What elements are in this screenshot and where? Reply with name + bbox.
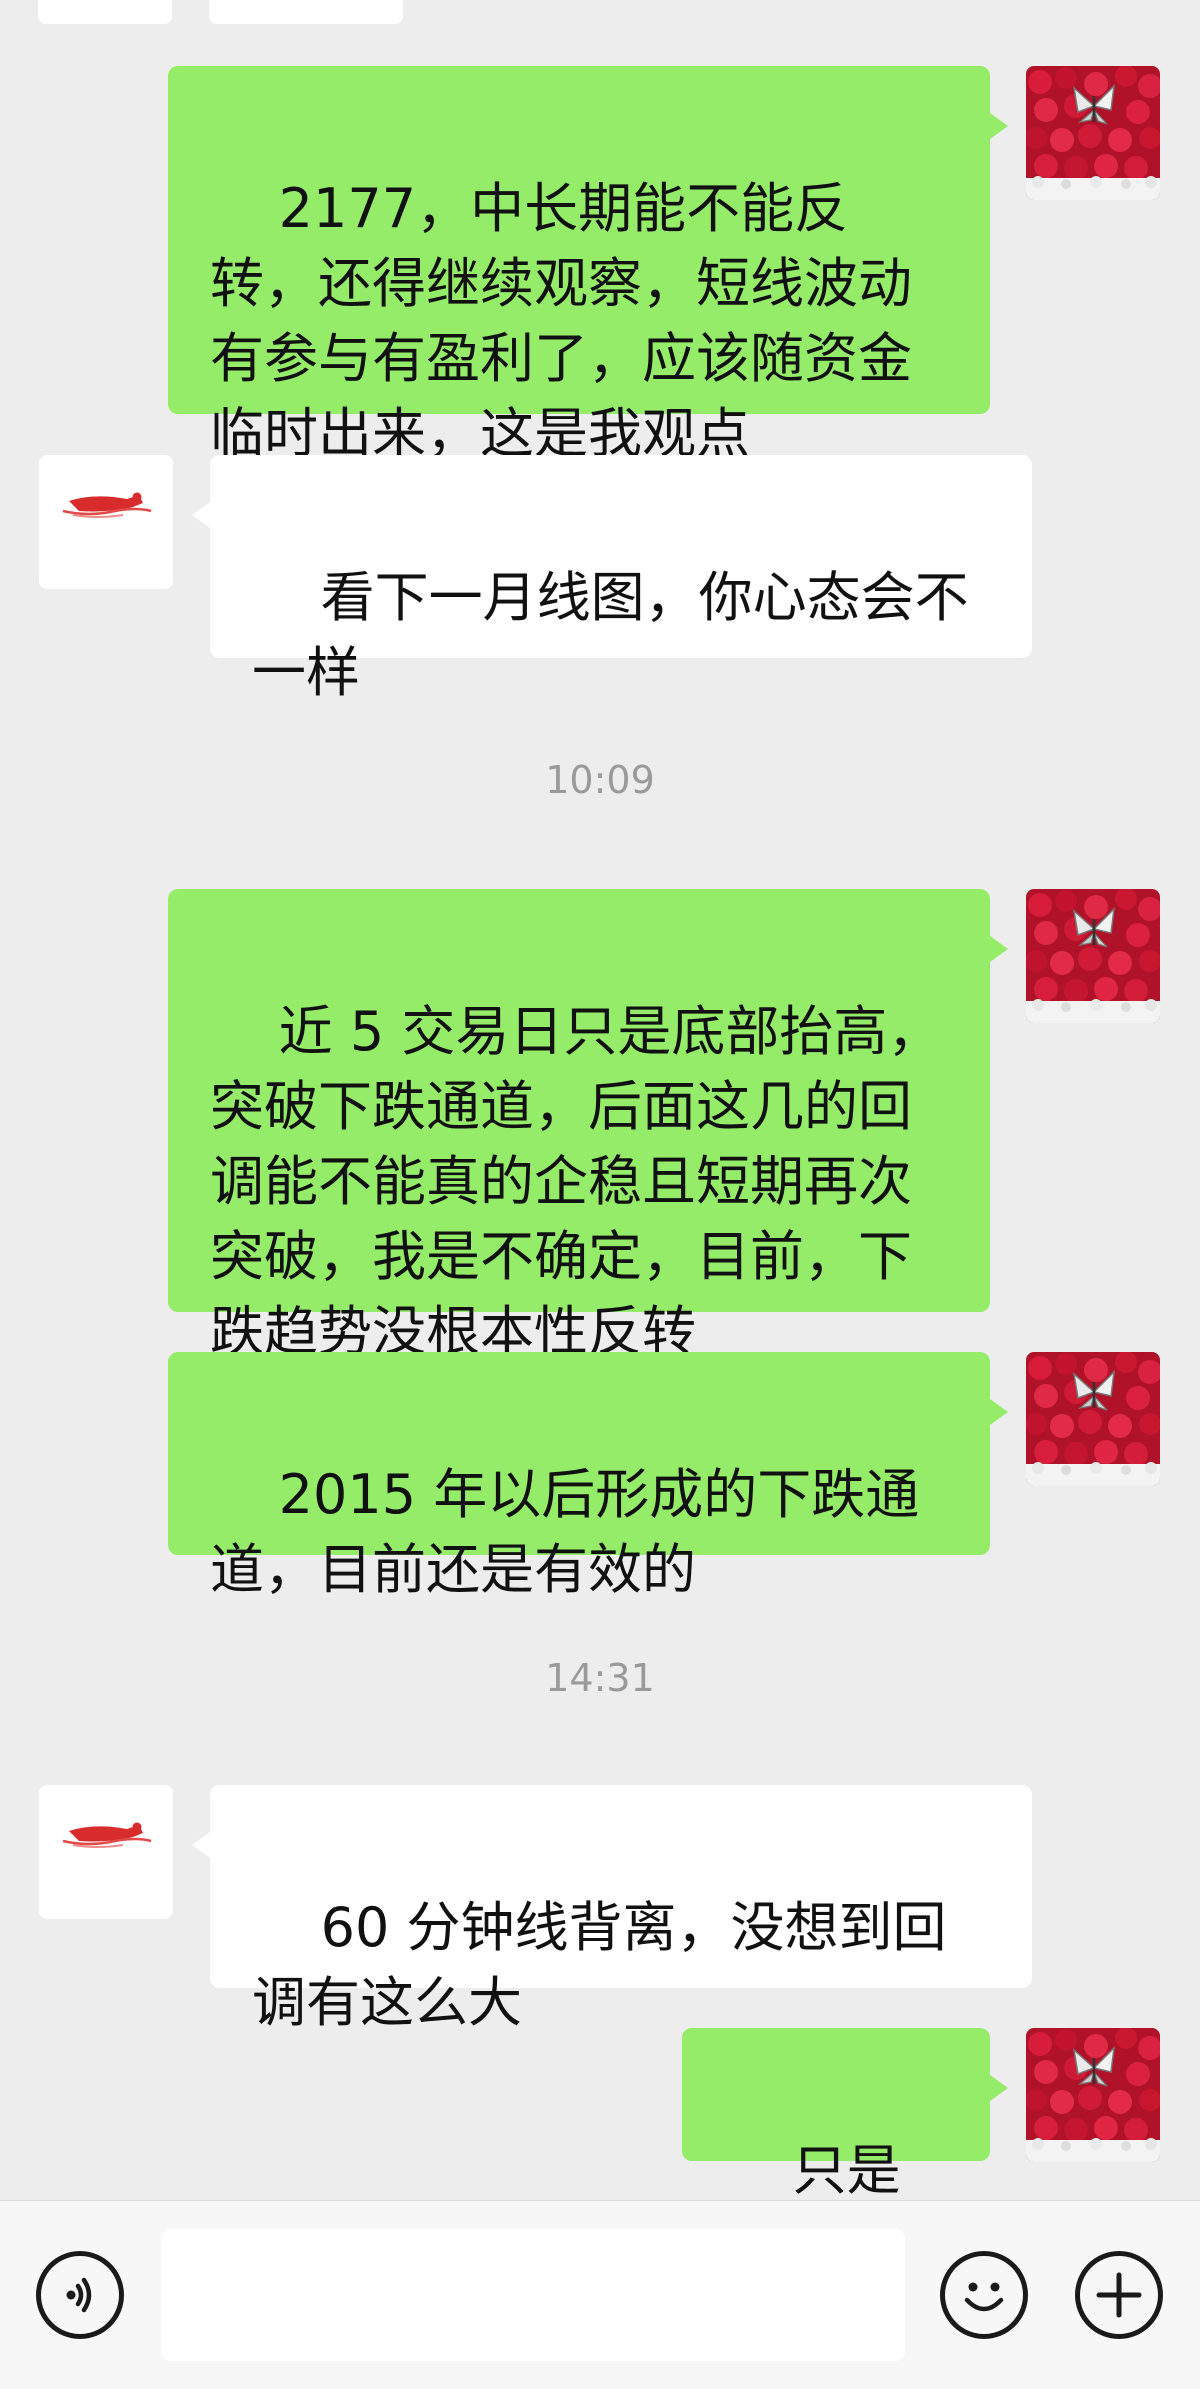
message-text: 2177，中长期能不能反转，还得继续观察，短线波动有参与有盈利了，应该随资金临时… <box>210 177 912 465</box>
emoji-icon[interactable] <box>940 2251 1028 2339</box>
my-avatar[interactable] <box>1026 1352 1160 1486</box>
message-bubble-sent[interactable]: 2177，中长期能不能反转，还得继续观察，短线波动有参与有盈利了，应该随资金临时… <box>168 66 1008 465</box>
swimmer-avatar-image <box>39 455 173 589</box>
input-bar <box>0 2200 1200 2389</box>
my-avatar[interactable] <box>1026 889 1160 1023</box>
contact-avatar[interactable] <box>39 455 173 589</box>
voice-icon[interactable] <box>36 2251 124 2339</box>
roses-butterfly-avatar-image <box>1026 66 1160 200</box>
message-text: 只是开始 <box>792 2139 901 2200</box>
message-bubble-received[interactable]: 看下一月线图，你心态会不一样 <box>192 455 1032 704</box>
plus-icon[interactable] <box>1075 2251 1163 2339</box>
chat-area[interactable]: 2177，中长期能不能反转，还得继续观察，短线波动有参与有盈利了，应该随资金临时… <box>0 0 1200 2200</box>
message-text: 近 5 交易日只是底部抬高，突破下跌通道，后面这几的回调能不能真的企稳且短期再次… <box>210 1000 942 1363</box>
message-text: 2015 年以后形成的下跌通道，目前还是有效的 <box>210 1463 920 1601</box>
contact-avatar[interactable] <box>39 1785 173 1919</box>
timestamp: 14:31 <box>545 1656 655 1700</box>
timestamp: 10:09 <box>545 758 655 802</box>
message-bubble-sent[interactable]: 近 5 交易日只是底部抬高，突破下跌通道，后面这几的回调能不能真的企稳且短期再次… <box>168 889 1008 1363</box>
previous-message-stub <box>209 0 403 24</box>
message-bubble-sent[interactable]: 只是开始 <box>682 2028 1008 2200</box>
message-text: 看下一月线图，你心态会不一样 <box>252 566 969 704</box>
voice-icon-glyph <box>66 2277 92 2313</box>
message-text: 60 分钟线背离，没想到回调有这么大 <box>252 1896 947 2034</box>
roses-butterfly-avatar-image <box>1026 1352 1160 1486</box>
previous-message-stub <box>38 0 172 24</box>
my-avatar[interactable] <box>1026 2028 1160 2162</box>
message-input[interactable] <box>161 2229 905 2361</box>
my-avatar[interactable] <box>1026 66 1160 200</box>
plus-icon-glyph <box>1096 2272 1142 2318</box>
roses-butterfly-avatar-image <box>1026 889 1160 1023</box>
swimmer-avatar-image <box>39 1785 173 1919</box>
emoji-icon-glyph <box>964 2282 1004 2312</box>
message-bubble-sent[interactable]: 2015 年以后形成的下跌通道，目前还是有效的 <box>168 1352 1008 1601</box>
roses-butterfly-avatar-image <box>1026 2028 1160 2162</box>
message-bubble-received[interactable]: 60 分钟线背离，没想到回调有这么大 <box>192 1785 1032 2034</box>
